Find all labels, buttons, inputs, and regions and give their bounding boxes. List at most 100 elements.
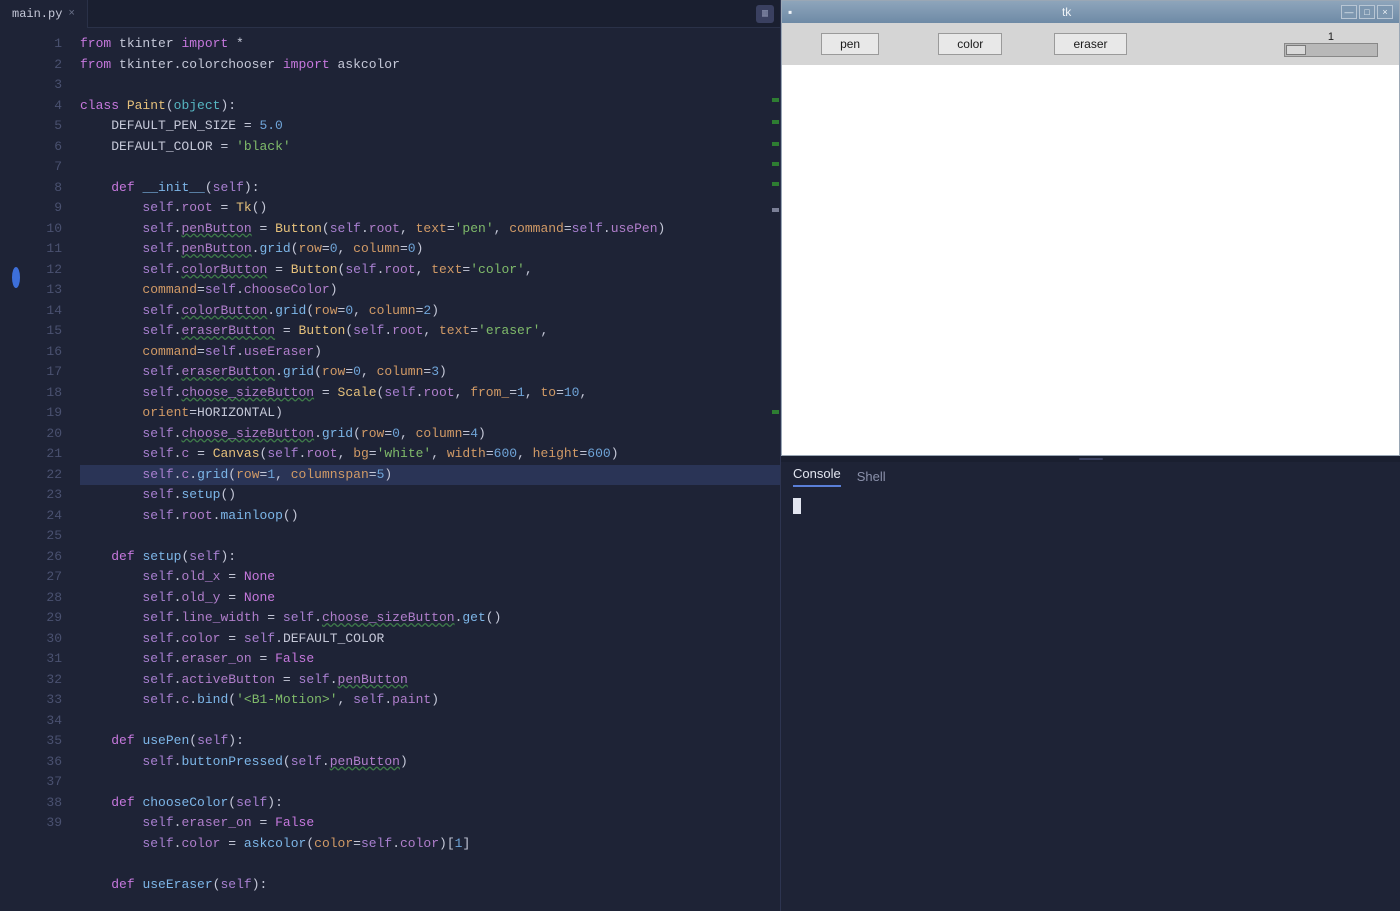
line-number[interactable]: 34 bbox=[0, 711, 62, 732]
size-scale[interactable]: 1 bbox=[1284, 31, 1378, 57]
pen-button[interactable]: pen bbox=[821, 33, 879, 55]
line-number[interactable]: 26 bbox=[0, 547, 62, 568]
tk-titlebar[interactable]: ▪ tk — □ × bbox=[782, 1, 1399, 23]
line-number[interactable]: 37 bbox=[0, 772, 62, 793]
split-icon[interactable]: ▥ bbox=[756, 5, 774, 23]
line-number[interactable]: 19 bbox=[0, 403, 62, 424]
tab-shell[interactable]: Shell bbox=[857, 469, 886, 484]
line-number[interactable]: 33 bbox=[0, 690, 62, 711]
code-line[interactable] bbox=[80, 526, 780, 547]
line-number[interactable]: 3 bbox=[0, 75, 62, 96]
code-line[interactable]: command=self.useEraser) bbox=[80, 342, 780, 363]
code-line[interactable]: def usePen(self): bbox=[80, 731, 780, 752]
code-line[interactable]: self.eraserButton.grid(row=0, column=3) bbox=[80, 362, 780, 383]
code-area[interactable]: 1234567891011121314151617181920212223242… bbox=[0, 28, 780, 911]
line-number[interactable]: 21 bbox=[0, 444, 62, 465]
code-line[interactable]: self.eraser_on = False bbox=[80, 813, 780, 834]
code-line[interactable]: self.activeButton = self.penButton bbox=[80, 670, 780, 691]
code-line[interactable]: self.penButton = Button(self.root, text=… bbox=[80, 219, 780, 240]
line-number[interactable]: 36 bbox=[0, 752, 62, 773]
eraser-button[interactable]: eraser bbox=[1054, 33, 1126, 55]
line-number[interactable]: 6 bbox=[0, 137, 62, 158]
line-number[interactable]: 35 bbox=[0, 731, 62, 752]
code-line[interactable]: def __init__(self): bbox=[80, 178, 780, 199]
tab-console[interactable]: Console bbox=[793, 466, 841, 487]
line-number[interactable]: 9 bbox=[0, 198, 62, 219]
line-number[interactable]: 4 bbox=[0, 96, 62, 117]
code-line[interactable]: def chooseColor(self): bbox=[80, 793, 780, 814]
maximize-icon[interactable]: □ bbox=[1359, 5, 1375, 19]
code-line[interactable]: def useEraser(self): bbox=[80, 875, 780, 896]
tk-canvas[interactable] bbox=[782, 65, 1399, 455]
code-line[interactable] bbox=[80, 772, 780, 793]
line-number[interactable]: 8 bbox=[0, 178, 62, 199]
close-icon[interactable]: × bbox=[68, 8, 75, 20]
line-number[interactable]: 16 bbox=[0, 342, 62, 363]
line-number[interactable]: 32 bbox=[0, 670, 62, 691]
line-number[interactable]: 28 bbox=[0, 588, 62, 609]
code-line[interactable]: self.color = self.DEFAULT_COLOR bbox=[80, 629, 780, 650]
code-line[interactable]: command=self.chooseColor) bbox=[80, 280, 780, 301]
line-number[interactable]: 10 bbox=[0, 219, 62, 240]
code-line[interactable]: DEFAULT_PEN_SIZE = 5.0 bbox=[80, 116, 780, 137]
code-line[interactable]: self.c.grid(row=1, columnspan=5) bbox=[80, 465, 780, 486]
line-number[interactable]: 14 bbox=[0, 301, 62, 322]
code-line[interactable]: self.colorButton.grid(row=0, column=2) bbox=[80, 301, 780, 322]
code-line[interactable] bbox=[80, 854, 780, 875]
line-number[interactable]: 31 bbox=[0, 649, 62, 670]
line-number[interactable]: 20 bbox=[0, 424, 62, 445]
line-number[interactable]: 5 bbox=[0, 116, 62, 137]
code-line[interactable]: self.root = Tk() bbox=[80, 198, 780, 219]
code-line[interactable] bbox=[80, 157, 780, 178]
line-number[interactable]: 25 bbox=[0, 526, 62, 547]
color-button[interactable]: color bbox=[938, 33, 1002, 55]
code-line[interactable]: self.color = askcolor(color=self.color)[… bbox=[80, 834, 780, 855]
code-line[interactable]: def setup(self): bbox=[80, 547, 780, 568]
code-line[interactable]: self.old_y = None bbox=[80, 588, 780, 609]
code-line[interactable]: self.eraserButton = Button(self.root, te… bbox=[80, 321, 780, 342]
code-line[interactable]: self.buttonPressed(self.penButton) bbox=[80, 752, 780, 773]
line-number[interactable]: 7 bbox=[0, 157, 62, 178]
code-line[interactable] bbox=[80, 75, 780, 96]
line-number[interactable]: 1 bbox=[0, 34, 62, 55]
console-output[interactable] bbox=[781, 490, 1400, 911]
line-number[interactable]: 23 bbox=[0, 485, 62, 506]
line-number[interactable]: 11 bbox=[0, 239, 62, 260]
line-number[interactable]: 12 bbox=[0, 260, 62, 281]
line-number[interactable]: 13 bbox=[0, 280, 62, 301]
code-line[interactable]: self.old_x = None bbox=[80, 567, 780, 588]
code-line[interactable]: self.c = Canvas(self.root, bg='white', w… bbox=[80, 444, 780, 465]
line-number[interactable]: 15 bbox=[0, 321, 62, 342]
gutter[interactable]: 1234567891011121314151617181920212223242… bbox=[0, 28, 80, 911]
code-line[interactable]: self.line_width = self.choose_sizeButton… bbox=[80, 608, 780, 629]
code-line[interactable]: self.choose_sizeButton = Scale(self.root… bbox=[80, 383, 780, 404]
scale-track[interactable] bbox=[1284, 43, 1378, 57]
line-number[interactable]: 29 bbox=[0, 608, 62, 629]
code-line[interactable]: self.root.mainloop() bbox=[80, 506, 780, 527]
code-line[interactable]: class Paint(object): bbox=[80, 96, 780, 117]
code-line[interactable]: self.eraser_on = False bbox=[80, 649, 780, 670]
line-number[interactable]: 38 bbox=[0, 793, 62, 814]
code-line[interactable]: DEFAULT_COLOR = 'black' bbox=[80, 137, 780, 158]
code-line[interactable]: self.setup() bbox=[80, 485, 780, 506]
code-line[interactable]: orient=HORIZONTAL) bbox=[80, 403, 780, 424]
line-number[interactable]: 30 bbox=[0, 629, 62, 650]
code-line[interactable]: from tkinter import * bbox=[80, 34, 780, 55]
scale-thumb[interactable] bbox=[1286, 45, 1306, 55]
line-number[interactable]: 39 bbox=[0, 813, 62, 834]
code-line[interactable]: self.c.bind('<B1-Motion>', self.paint) bbox=[80, 690, 780, 711]
line-number[interactable]: 17 bbox=[0, 362, 62, 383]
code-editor[interactable]: from tkinter import *from tkinter.colorc… bbox=[80, 28, 780, 911]
minimap[interactable] bbox=[770, 28, 780, 448]
breakpoint-icon[interactable] bbox=[12, 267, 20, 288]
line-number[interactable]: 2 bbox=[0, 55, 62, 76]
code-line[interactable]: self.choose_sizeButton.grid(row=0, colum… bbox=[80, 424, 780, 445]
tab-main-py[interactable]: main.py × bbox=[0, 0, 88, 28]
line-number[interactable]: 18 bbox=[0, 383, 62, 404]
code-line[interactable]: from tkinter.colorchooser import askcolo… bbox=[80, 55, 780, 76]
code-line[interactable] bbox=[80, 711, 780, 732]
line-number[interactable]: 24 bbox=[0, 506, 62, 527]
line-number[interactable]: 22 bbox=[0, 465, 62, 486]
line-number[interactable]: 27 bbox=[0, 567, 62, 588]
minimize-icon[interactable]: — bbox=[1341, 5, 1357, 19]
